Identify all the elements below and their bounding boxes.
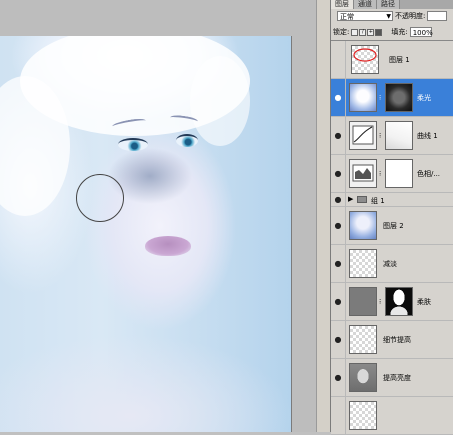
lock-transparent-icon[interactable] xyxy=(351,28,359,36)
red-ellipse-icon xyxy=(353,48,377,62)
layer-row[interactable]: 图层 1 xyxy=(331,41,453,79)
right-eye xyxy=(176,134,198,147)
group-row[interactable]: ● ▶ 组 1 xyxy=(331,193,453,207)
hue-saturation-adjustment-icon xyxy=(349,159,377,188)
layer-row[interactable]: ● 细节提高 xyxy=(331,321,453,359)
tab-paths[interactable]: 路径 xyxy=(377,0,400,9)
layers-panel: 图层 通道 路径 正常 ▼ 不透明度: 锁定: / + 填充: 100% 图层 … xyxy=(330,0,453,435)
opacity-field[interactable] xyxy=(427,11,448,21)
layer-row[interactable]: ● 减淡 xyxy=(331,245,453,283)
link-icon: ⁝ xyxy=(379,94,382,102)
layer-row[interactable]: ● ⁝ 柔肤 xyxy=(331,283,453,321)
layer-mask-thumbnail xyxy=(385,287,413,316)
eye-icon[interactable]: ● xyxy=(331,207,346,244)
document-workspace xyxy=(0,0,331,432)
visibility-toggle[interactable] xyxy=(331,41,346,78)
layer-name: 减淡 xyxy=(383,260,397,268)
link-icon: ⁝ xyxy=(379,170,382,178)
fill-value: 100% xyxy=(412,29,433,37)
group-name: 组 1 xyxy=(371,197,385,205)
layer-name: 柔肤 xyxy=(417,298,431,306)
layer-name: 色相/... xyxy=(417,170,441,178)
eye-icon[interactable]: ● xyxy=(331,321,346,358)
lock-all-icon[interactable] xyxy=(375,28,383,36)
fill-field[interactable]: 100% xyxy=(409,27,433,37)
lock-brush-icon[interactable]: / xyxy=(359,28,367,36)
lock-label: 锁定: xyxy=(333,28,350,36)
blend-row: 正常 ▼ 不透明度: xyxy=(331,10,453,22)
eye-icon[interactable]: ● xyxy=(331,79,346,116)
layer-row[interactable] xyxy=(331,397,453,435)
layer-thumbnail xyxy=(351,45,379,74)
tab-layers[interactable]: 图层 xyxy=(331,0,354,9)
blend-mode-select[interactable]: 正常 ▼ xyxy=(337,11,393,21)
canvas-image[interactable] xyxy=(0,36,292,432)
eye-icon[interactable]: ● xyxy=(331,117,346,154)
layer-thumbnail xyxy=(349,249,377,278)
layer-thumbnail xyxy=(349,287,377,316)
chevron-down-icon: ▼ xyxy=(386,13,391,20)
lock-row: 锁定: / + 填充: 100% xyxy=(331,26,453,38)
layer-name: 图层 1 xyxy=(389,56,410,64)
layer-row[interactable]: ● 提高亮度 xyxy=(331,359,453,397)
layer-thumbnail xyxy=(349,363,377,392)
layer-thumbnail xyxy=(349,325,377,354)
layer-name: 柔光 xyxy=(417,94,431,102)
layer-row[interactable]: ● ⁝ 曲线 1 xyxy=(331,117,453,155)
layer-name: 提高亮度 xyxy=(383,374,411,382)
layer-mask-thumbnail xyxy=(385,121,413,150)
lock-move-icon[interactable]: + xyxy=(367,28,375,36)
layer-mask-thumbnail xyxy=(385,83,413,112)
eye-icon[interactable]: ● xyxy=(331,359,346,396)
canvas-vertical-scrollbar[interactable] xyxy=(316,0,331,432)
layer-row[interactable]: ● ⁝ 色相/... xyxy=(331,155,453,193)
layer-thumbnail xyxy=(349,83,377,112)
eye-icon[interactable]: ● xyxy=(331,283,346,320)
expand-arrow-icon[interactable]: ▶ xyxy=(348,195,353,203)
tab-channels[interactable]: 通道 xyxy=(354,0,377,9)
left-eye xyxy=(118,138,148,151)
eye-icon[interactable]: ● xyxy=(331,155,346,192)
fill-label: 填充: xyxy=(391,28,408,36)
eye-icon[interactable]: ● xyxy=(331,193,346,206)
layer-name: 图层 2 xyxy=(383,222,404,230)
curves-adjustment-icon xyxy=(349,121,377,150)
eye-icon[interactable]: ● xyxy=(331,245,346,282)
layer-name: 细节提高 xyxy=(383,336,411,344)
fur-hat-shape xyxy=(190,56,250,146)
layer-row[interactable]: ● ⁝ 柔光 xyxy=(331,79,453,117)
layer-thumbnail xyxy=(349,401,377,430)
brush-cursor xyxy=(76,174,124,222)
blend-mode-value: 正常 xyxy=(340,13,354,21)
folder-icon xyxy=(357,196,367,203)
panel-tabs: 图层 通道 路径 xyxy=(331,0,453,9)
layers-list: 图层 1 ● ⁝ 柔光 ● ⁝ 曲线 1 ● ⁝ 色相/... ● ▶ 组 1 … xyxy=(331,40,453,435)
link-icon: ⁝ xyxy=(379,298,382,306)
lips xyxy=(145,236,191,256)
visibility-toggle[interactable] xyxy=(331,397,346,434)
layer-mask-thumbnail xyxy=(385,159,413,188)
layer-row[interactable]: ● 图层 2 xyxy=(331,207,453,245)
layer-name: 曲线 1 xyxy=(417,132,438,140)
opacity-label: 不透明度: xyxy=(395,12,426,20)
link-icon: ⁝ xyxy=(379,132,382,140)
layer-thumbnail xyxy=(349,211,377,240)
